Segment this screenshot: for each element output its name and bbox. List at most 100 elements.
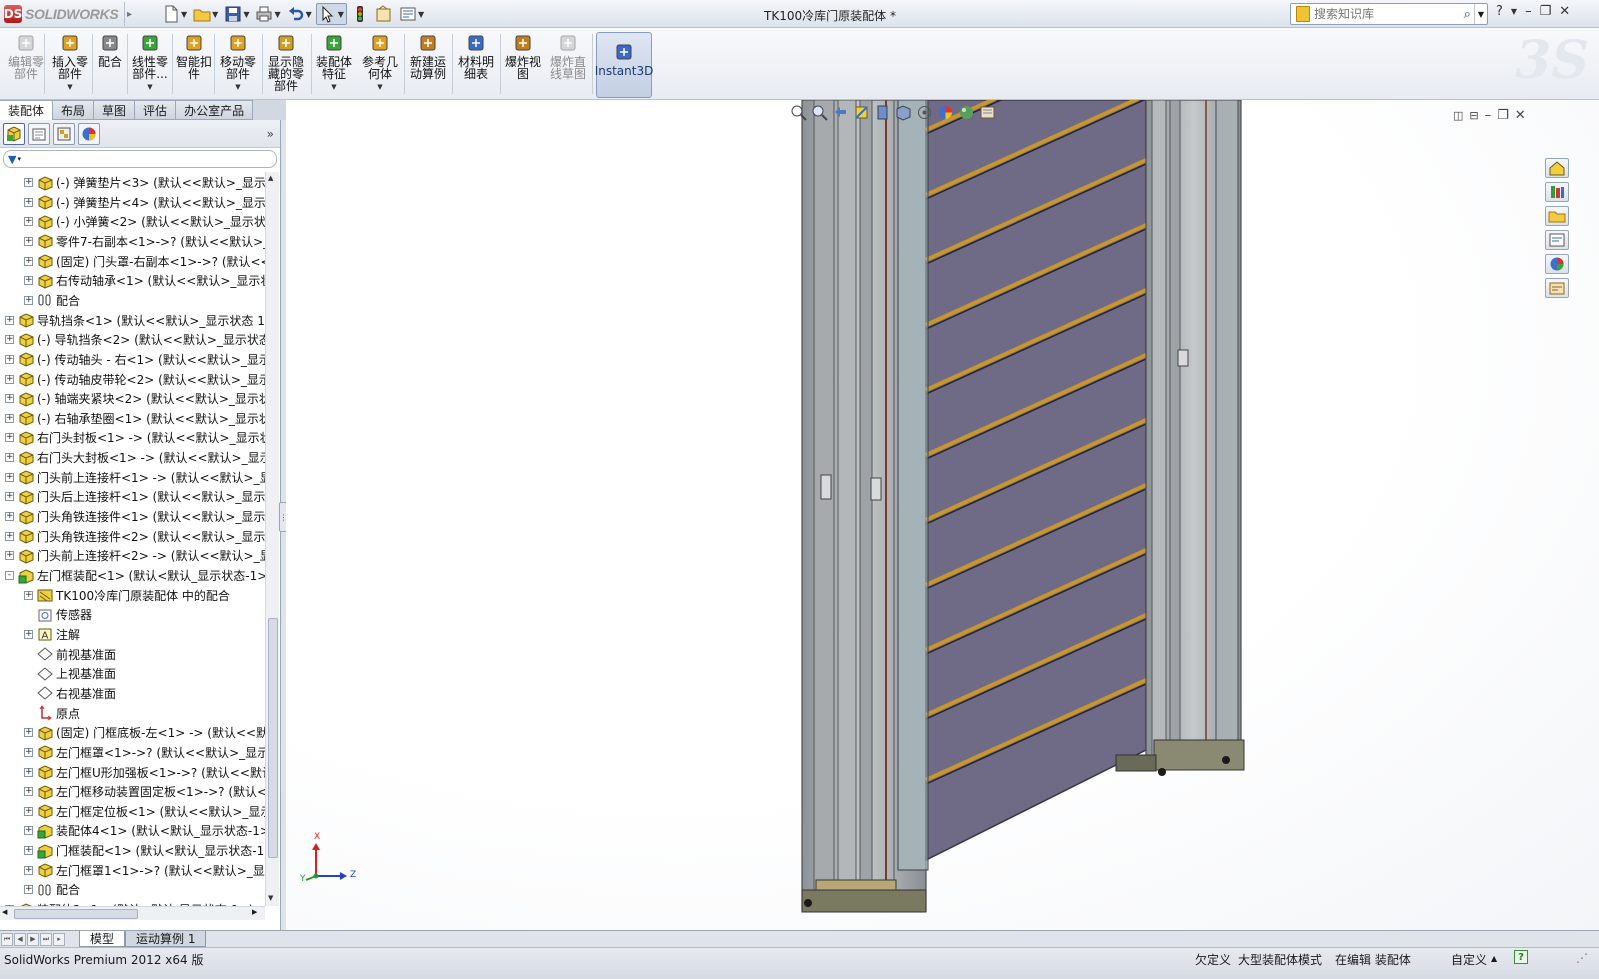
expand-icon[interactable]: +: [24, 197, 33, 207]
apply-scene-icon[interactable]: [958, 104, 975, 121]
feature-manager-tab[interactable]: [3, 122, 25, 145]
expand-icon[interactable]: +: [24, 826, 33, 836]
menu-expand-arrow-icon[interactable]: ▸: [124, 2, 134, 26]
tree-item[interactable]: + (-) 小弹簧<2> (默认<<默认>_显示状态: [24, 212, 265, 231]
expand-icon[interactable]: +: [5, 354, 14, 364]
dropdown-arrow-icon[interactable]: ▼: [147, 81, 152, 93]
rebuild-button[interactable]: [349, 3, 371, 25]
tree-item[interactable]: + 右门头大封板<1> -> (默认<<默认>_显示: [5, 448, 265, 467]
prev-tab-icon[interactable]: ◀: [14, 932, 26, 946]
expand-icon[interactable]: +: [5, 512, 14, 522]
split-horizontal-icon[interactable]: ⊟: [1469, 109, 1478, 122]
options-button[interactable]: ▼: [397, 3, 426, 25]
bom-button[interactable]: 材料明 细表: [456, 32, 496, 98]
scroll-up-icon[interactable]: ▲: [268, 174, 273, 182]
viewport-close-icon[interactable]: ✕: [1515, 108, 1526, 123]
configuration-manager-tab[interactable]: [53, 122, 75, 145]
dropdown-arrow-icon[interactable]: ▼: [67, 81, 72, 93]
tab-motion-study[interactable]: 运动算例 1: [125, 931, 207, 947]
next-tab-icon[interactable]: ▶: [27, 932, 39, 946]
undo-button[interactable]: ▼: [285, 3, 314, 25]
expand-icon[interactable]: +: [24, 236, 33, 246]
viewport-minimize-icon[interactable]: –: [1485, 108, 1492, 123]
view-orientation-icon[interactable]: [874, 104, 891, 121]
tree-item[interactable]: + 左门框定位板<1> (默认<<默认>_显示: [24, 802, 265, 821]
expand-icon[interactable]: +: [24, 885, 33, 895]
save-button[interactable]: ▼: [222, 3, 251, 25]
close-icon[interactable]: ✕: [1559, 4, 1570, 19]
tree-item[interactable]: + (-) 导轨挡条<2> (默认<<默认>_显示状态: [5, 330, 265, 349]
show-hidden-button[interactable]: 显示隐 藏的零 部件: [265, 32, 307, 98]
solidworks-resources-tab[interactable]: [1545, 158, 1569, 178]
expand-icon[interactable]: +: [24, 728, 33, 738]
tree-item[interactable]: + 左门框U形加强板<1>->? (默认<<默认: [24, 763, 265, 782]
status-custom-units[interactable]: 自定义: [1451, 951, 1487, 968]
tree-vertical-scrollbar[interactable]: ▲ ▼: [265, 172, 279, 906]
tab-office-products[interactable]: 办公室产品: [176, 100, 254, 120]
appearances-tab[interactable]: [1545, 254, 1569, 274]
expand-icon[interactable]: +: [24, 747, 33, 757]
tree-item[interactable]: + 装配体4<1> (默认<默认_显示状态-1>): [24, 821, 265, 840]
zoom-area-icon[interactable]: [811, 104, 828, 121]
dropdown-arrow-icon[interactable]: ▼: [377, 81, 382, 93]
tree-horizontal-scrollbar[interactable]: ◀ ▶: [0, 906, 265, 920]
expand-icon[interactable]: +: [5, 374, 14, 384]
search-options-dropdown-icon[interactable]: ▼: [1473, 4, 1487, 24]
new-document-button[interactable]: ▼: [160, 3, 189, 25]
mate-button[interactable]: 配合: [96, 32, 124, 98]
tree-item[interactable]: + (-) 右轴承垫圈<1> (默认<<默认>_显示状: [5, 409, 265, 428]
help-icon[interactable]: ?: [1514, 950, 1528, 964]
tree-item[interactable]: + 门头前上连接杆<1> -> (默认<<默认>_显: [5, 468, 265, 487]
expand-icon[interactable]: +: [24, 787, 33, 797]
scroll-thumb[interactable]: [268, 618, 278, 858]
expand-icon[interactable]: +: [24, 629, 33, 639]
help-dropdown-icon[interactable]: ▼: [1511, 7, 1517, 16]
section-view-icon[interactable]: [853, 104, 870, 121]
restore-icon[interactable]: ❐: [1540, 4, 1552, 19]
tree-item[interactable]: + 导轨挡条<1> (默认<<默认>_显示状态 1>: [5, 311, 265, 330]
print-button[interactable]: ▼: [253, 3, 282, 25]
tree-item[interactable]: + 门头角铁连接件<1> (默认<<默认>_显示状: [5, 507, 265, 526]
zoom-to-fit-icon[interactable]: [790, 104, 807, 121]
tree-item[interactable]: + 右门头封板<1> -> (默认<<默认>_显示状: [5, 428, 265, 447]
property-manager-tab[interactable]: [28, 122, 50, 145]
dropdown-arrow-icon[interactable]: ▼: [235, 81, 240, 93]
split-vertical-icon[interactable]: ◫: [1453, 109, 1463, 122]
tree-item[interactable]: + 左门框移动装置固定板<1>->? (默认<: [24, 782, 265, 801]
expand-icon[interactable]: +: [5, 531, 14, 541]
scroll-down-icon[interactable]: ▼: [268, 894, 273, 902]
expand-icon[interactable]: +: [24, 295, 33, 305]
reference-geometry-button[interactable]: 参考几 何体 ▼: [360, 32, 400, 98]
tree-item[interactable]: + 配合: [24, 291, 80, 310]
solidworks-logo[interactable]: DS SOLIDWORKS: [4, 4, 126, 24]
expand-icon[interactable]: +: [5, 335, 14, 345]
dropdown-arrow-icon[interactable]: ▼: [331, 81, 336, 93]
tree-item[interactable]: 传感器: [24, 605, 92, 624]
tree-item[interactable]: + (-) 弹簧垫片<4> (默认<<默认>_显示状: [24, 193, 265, 212]
tree-item[interactable]: + 右传动轴承<1> (默认<<默认>_显示状: [24, 271, 265, 290]
scroll-left-icon[interactable]: ◀: [2, 908, 7, 916]
expand-icon[interactable]: +: [5, 413, 14, 423]
expand-icon[interactable]: +: [5, 492, 14, 502]
explode-line-button[interactable]: 爆炸直 线草图: [548, 32, 588, 98]
expand-icon[interactable]: +: [24, 806, 33, 816]
file-properties-button[interactable]: [373, 3, 395, 25]
units-dropdown-icon[interactable]: ▲: [1491, 954, 1497, 963]
tree-item[interactable]: 右视基准面: [24, 684, 116, 703]
smart-fastener-button[interactable]: 智能扣件: [176, 32, 212, 98]
viewport-restore-icon[interactable]: ❐: [1497, 108, 1509, 123]
tree-item[interactable]: + TK100冷库门原装配体 中的配合: [24, 586, 230, 605]
select-button[interactable]: ▼: [315, 3, 347, 25]
expand-icon[interactable]: +: [24, 256, 33, 266]
expand-icon[interactable]: +: [24, 217, 33, 227]
search-input[interactable]: [1314, 5, 1454, 23]
tree-item[interactable]: 前视基准面: [24, 645, 116, 664]
tree-item[interactable]: + 门头前上连接杆<2> -> (默认<<默认>_显: [5, 546, 265, 565]
linear-pattern-button[interactable]: 线性零 部件... ▼: [130, 32, 170, 98]
tab-model[interactable]: 模型: [79, 931, 126, 947]
tree-item[interactable]: + (固定) 门头罩-右副本<1>->? (默认<<: [24, 252, 265, 271]
insert-component-button[interactable]: 插入零 部件 ▼: [50, 32, 90, 98]
help-menu-icon[interactable]: ?: [1496, 4, 1503, 19]
view-settings-icon[interactable]: [979, 104, 996, 121]
tree-item[interactable]: + 门头后上连接杆<1> (默认<<默认>_显示状: [5, 487, 265, 506]
